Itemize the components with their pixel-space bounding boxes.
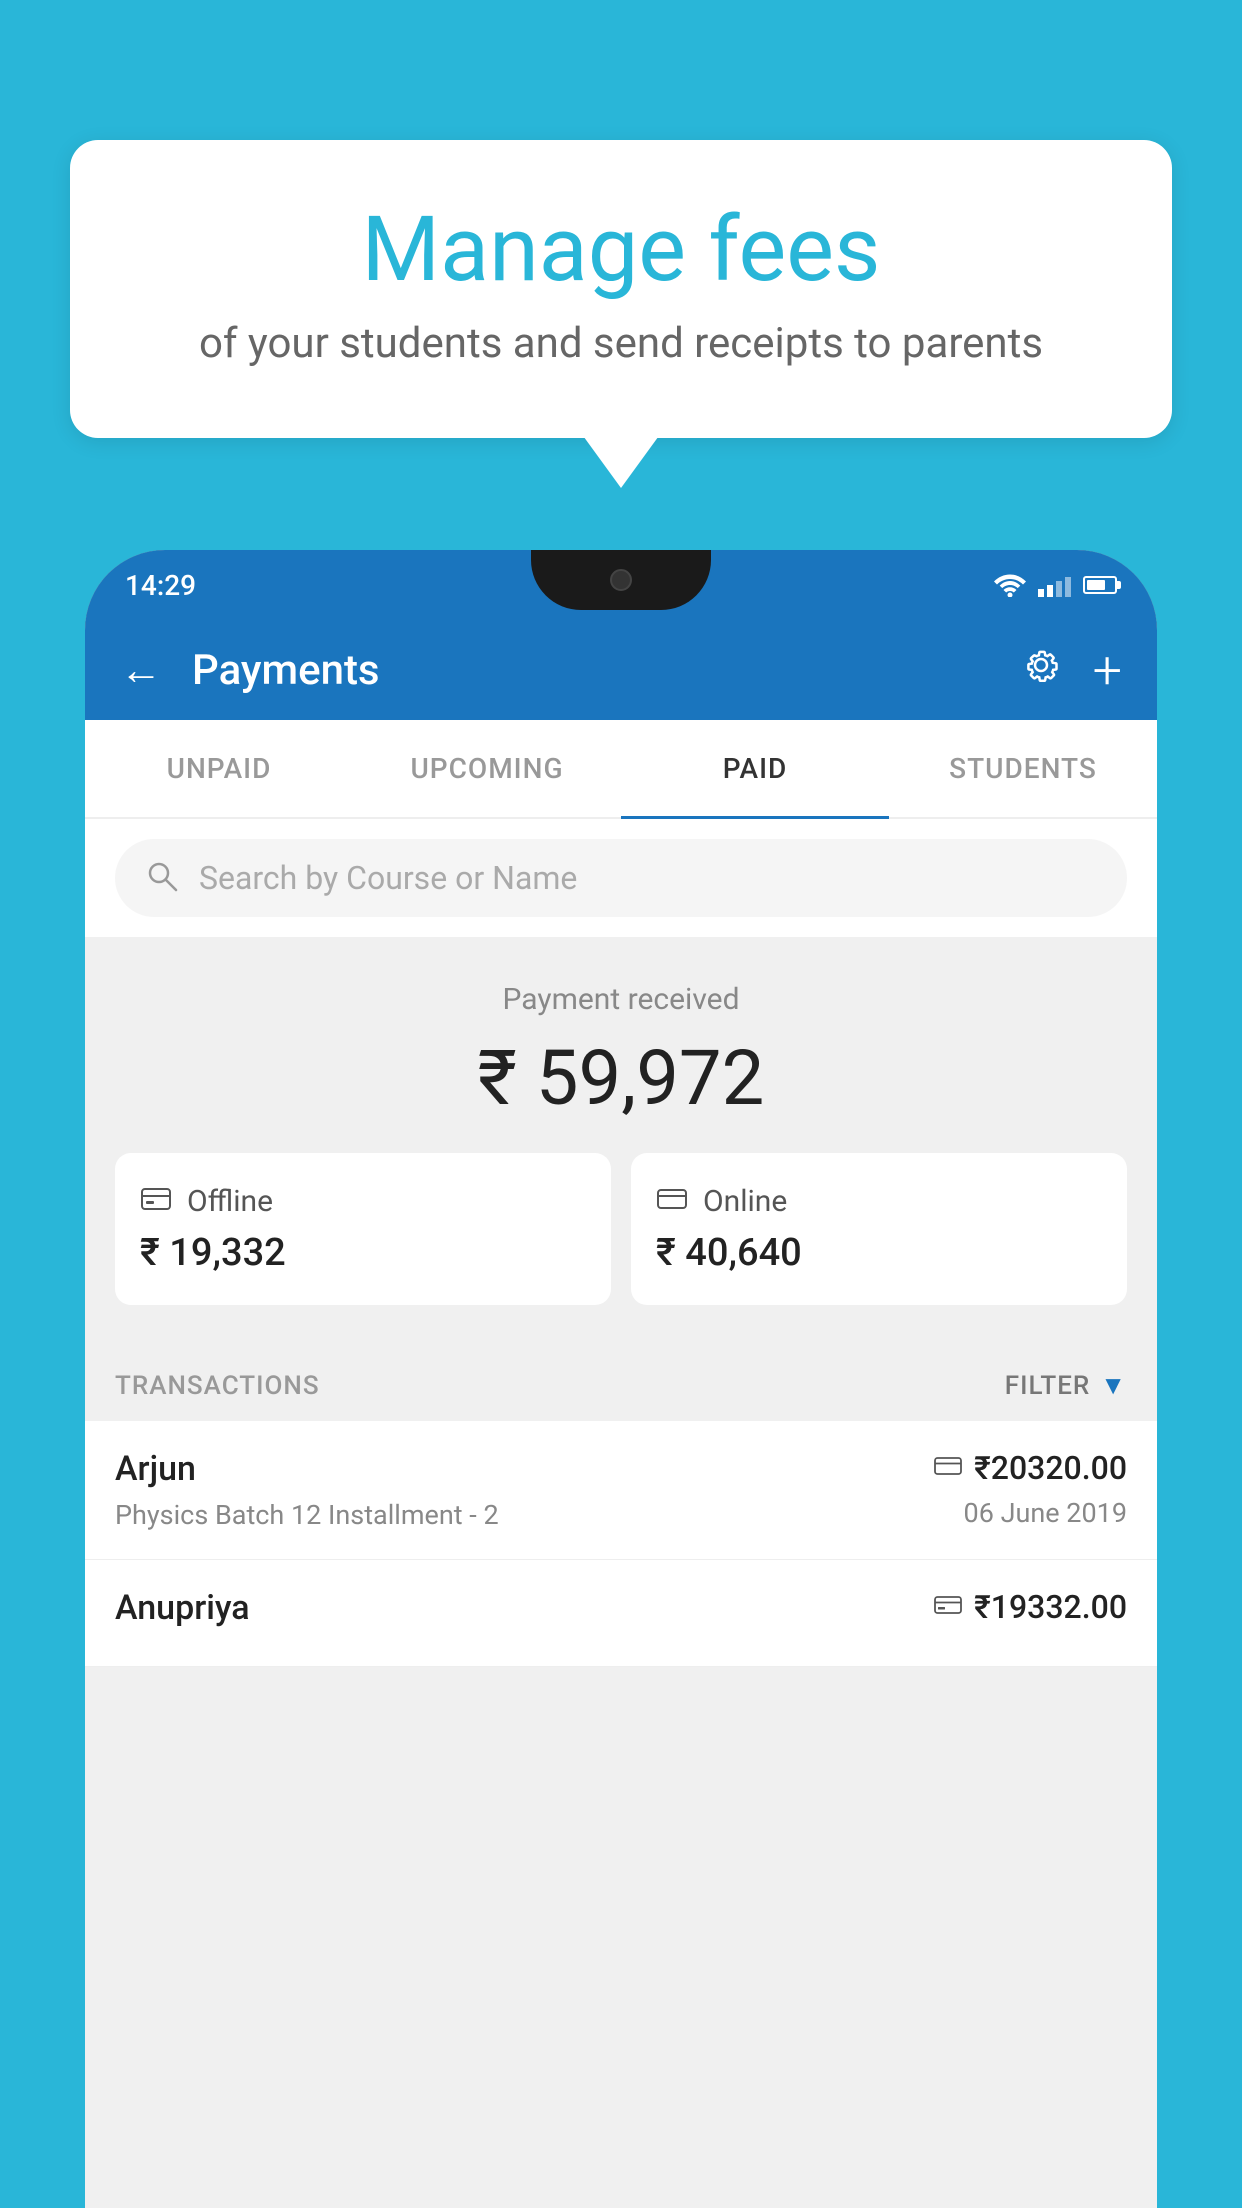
offline-amount: ₹ 19,332 [140,1231,586,1275]
transaction-left: Anupriya [115,1588,934,1638]
offline-label: Offline [187,1184,273,1219]
tab-upcoming[interactable]: UPCOMING [353,720,621,817]
transactions-header: TRANSACTIONS FILTER ▼ [85,1340,1157,1421]
transaction-right: ₹20320.00 06 June 2019 [934,1449,1127,1529]
settings-icon[interactable] [1019,643,1063,698]
status-icons [994,573,1117,597]
filter-label: FILTER [1005,1371,1090,1401]
transaction-name: Anupriya [115,1588,934,1628]
amount-row: ₹19332.00 [934,1588,1127,1626]
signal-icon [1038,573,1071,597]
online-icon [656,1183,688,1219]
table-row[interactable]: Anupriya ₹19332.00 [85,1560,1157,1667]
transaction-date: 06 June 2019 [964,1497,1127,1529]
bubble-title: Manage fees [150,200,1092,299]
filter-button[interactable]: FILTER ▼ [1005,1370,1127,1401]
phone-frame: 14:29 [85,550,1157,2208]
payment-type-icon [934,1594,962,1620]
offline-icon [140,1183,172,1219]
tab-unpaid[interactable]: UNPAID [85,720,353,817]
search-icon [145,859,179,897]
payment-received-label: Payment received [115,982,1127,1017]
online-label: Online [703,1184,787,1219]
payment-cards: Offline ₹ 19,332 Online [115,1153,1127,1305]
transaction-amount: ₹20320.00 [974,1449,1127,1487]
search-container: Search by Course or Name [85,819,1157,937]
phone-notch [531,550,711,610]
transactions-list: Arjun Physics Batch 12 Installment - 2 ₹… [85,1421,1157,1667]
amount-row: ₹20320.00 [934,1449,1127,1487]
tabs-container: UNPAID UPCOMING PAID STUDENTS [85,720,1157,819]
battery-icon [1083,576,1117,594]
speech-bubble: Manage fees of your students and send re… [70,140,1172,438]
payment-type-icon [934,1455,962,1481]
header-title: Payments [192,646,989,695]
filter-icon: ▼ [1100,1370,1127,1401]
transaction-name: Arjun [115,1449,934,1489]
transactions-label: TRANSACTIONS [115,1371,320,1401]
transaction-right: ₹19332.00 [934,1588,1127,1626]
header-icons: + [1019,640,1122,701]
transaction-detail: Physics Batch 12 Installment - 2 [115,1499,934,1531]
payment-total-amount: ₹ 59,972 [115,1033,1127,1123]
payment-summary: Payment received ₹ 59,972 Offline [85,937,1157,1340]
wifi-icon [994,573,1026,597]
transaction-left: Arjun Physics Batch 12 Installment - 2 [115,1449,934,1531]
notch-camera [610,569,632,591]
table-row[interactable]: Arjun Physics Batch 12 Installment - 2 ₹… [85,1421,1157,1560]
bubble-subtitle: of your students and send receipts to pa… [150,319,1092,368]
status-bar: 14:29 [85,550,1157,620]
transaction-amount: ₹19332.00 [974,1588,1127,1626]
status-time: 14:29 [125,569,196,602]
offline-payment-card: Offline ₹ 19,332 [115,1153,611,1305]
tab-students[interactable]: STUDENTS [889,720,1157,817]
tab-paid[interactable]: PAID [621,720,889,817]
app-header: ← Payments + [85,620,1157,720]
search-placeholder: Search by Course or Name [199,859,577,897]
online-payment-card: Online ₹ 40,640 [631,1153,1127,1305]
speech-bubble-container: Manage fees of your students and send re… [70,140,1172,438]
online-amount: ₹ 40,640 [656,1231,1102,1275]
search-bar[interactable]: Search by Course or Name [115,839,1127,917]
back-button[interactable]: ← [120,646,162,695]
add-icon[interactable]: + [1093,640,1122,701]
